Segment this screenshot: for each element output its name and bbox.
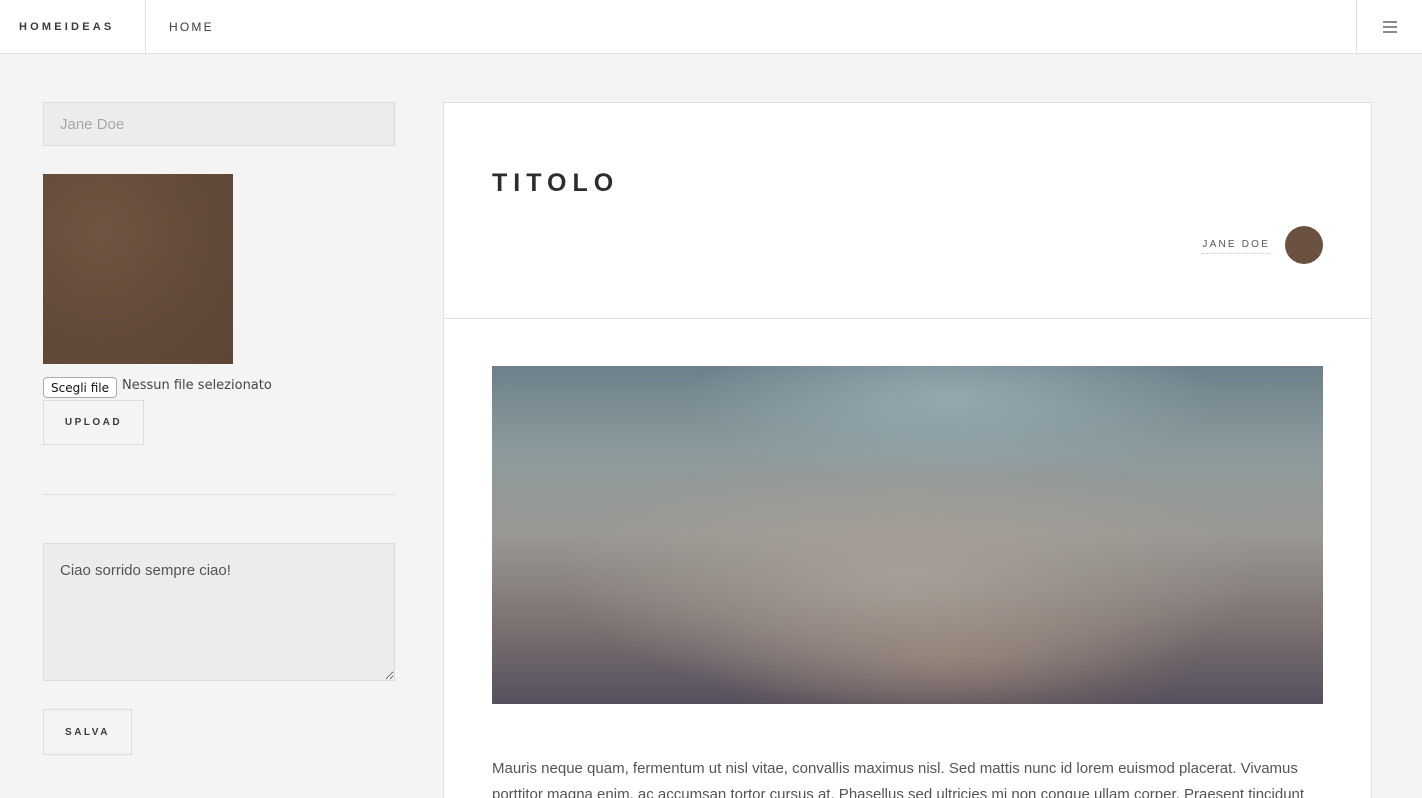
file-status-text: Nessun file selezionato (121, 377, 272, 393)
article-body-text: Mauris neque quam, fermentum ut nisl vit… (492, 760, 1305, 798)
nav-link-home[interactable]: HOME (169, 0, 214, 53)
bio-textarea[interactable]: Ciao sorrido sempre ciao! (43, 543, 395, 681)
site-logo[interactable]: HOMEIDEAS (0, 0, 146, 53)
article-title: TITOLO (492, 169, 620, 197)
top-header: HOMEIDEAS HOME (0, 0, 1422, 54)
sidebar-divider (43, 494, 395, 495)
article-header: TITOLO JANE DOE (444, 103, 1371, 319)
author-avatar[interactable] (1285, 226, 1323, 264)
avatar-preview-image (43, 174, 233, 364)
article-hero-image (492, 366, 1323, 704)
save-button[interactable]: SALVA (43, 709, 132, 755)
menu-button[interactable] (1356, 0, 1422, 53)
name-input[interactable] (43, 102, 395, 146)
article-card: TITOLO JANE DOE Mauris neque quam, ferme… (443, 102, 1372, 798)
author-link[interactable]: JANE DOE (1202, 239, 1270, 254)
file-chooser: Scegli file Nessun file selezionato (43, 373, 272, 398)
upload-button[interactable]: UPLOAD (43, 400, 144, 445)
choose-file-button[interactable]: Scegli file (43, 377, 117, 398)
hamburger-icon (1382, 20, 1397, 33)
